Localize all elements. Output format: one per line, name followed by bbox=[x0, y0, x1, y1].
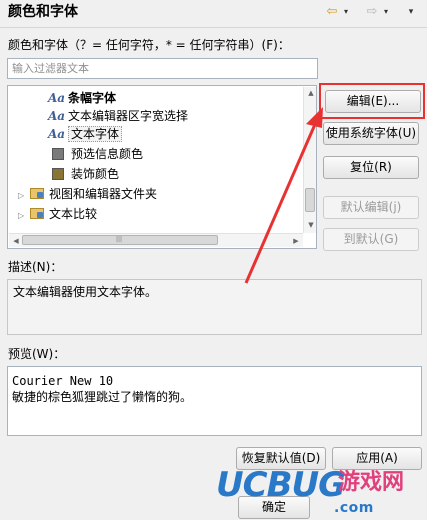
back-arrow-icon[interactable]: ⇦ bbox=[324, 2, 340, 22]
scroll-down-arrow-icon[interactable]: ▼ bbox=[304, 221, 316, 229]
folder-icon bbox=[30, 188, 44, 199]
preview-sample-text: 敏捷的棕色狐狸跳过了懒惰的狗。 bbox=[12, 390, 193, 404]
apply-button[interactable]: 应用(A) bbox=[332, 447, 422, 470]
scroll-left-arrow-icon[interactable]: ◀ bbox=[9, 237, 23, 245]
tree-item-text-compare[interactable]: ▷ 文本比较 bbox=[18, 204, 97, 224]
tree-item-text-font[interactable]: Aa 文本字体 bbox=[48, 124, 123, 144]
vertical-scroll-thumb[interactable] bbox=[305, 188, 315, 212]
filter-input[interactable] bbox=[7, 58, 318, 79]
watermark-logo-uc: UC bbox=[216, 465, 268, 505]
filter-label: 颜色和字体（？= 任何字符，* = 任何字符串）(F)： bbox=[8, 38, 290, 52]
watermark-logo: UCBUG bbox=[216, 465, 346, 505]
watermark-site-name: 游戏网 bbox=[338, 469, 405, 495]
page-title: 颜色和字体 bbox=[8, 4, 78, 20]
goto-default-button[interactable]: 到默认(G) bbox=[323, 228, 419, 251]
header-divider bbox=[0, 27, 427, 28]
description-box: 文本编辑器使用文本字体。 bbox=[7, 279, 422, 335]
preview-font-name: Courier New 10 bbox=[12, 374, 114, 388]
edit-default-button[interactable]: 默认编辑(j) bbox=[323, 196, 419, 219]
description-label: 描述(N)： bbox=[8, 260, 63, 274]
tree-item-label: 条幅字体 bbox=[68, 91, 117, 105]
tree-item-view-editor-folders[interactable]: ▷ 视图和编辑器文件夹 bbox=[18, 184, 157, 204]
use-system-font-button[interactable]: 使用系统字体(U) bbox=[323, 122, 419, 145]
color-font-tree[interactable]: Aa 条幅字体 Aa 文本编辑器区字宽选择 Aa 文本字体 预选信息颜色 装饰颜色 ▷… bbox=[7, 85, 317, 249]
tree-item-preselect-color[interactable]: 预选信息颜色 bbox=[52, 144, 143, 164]
tree-item-label: 文本编辑器区字宽选择 bbox=[68, 109, 189, 123]
preview-box: Courier New 10 敏捷的棕色狐狸跳过了懒惰的狗。 bbox=[7, 366, 422, 436]
view-menu-icon[interactable]: ▾ bbox=[404, 2, 418, 22]
scroll-right-arrow-icon[interactable]: ▶ bbox=[289, 237, 303, 245]
folder-icon bbox=[30, 208, 44, 219]
font-icon: Aa bbox=[48, 109, 66, 123]
color-swatch-icon bbox=[52, 148, 64, 160]
reset-button[interactable]: 复位(R) bbox=[323, 156, 419, 179]
tree-item-label: 文本字体 bbox=[68, 126, 123, 142]
expand-arrow-icon[interactable]: ▷ bbox=[18, 186, 30, 206]
font-icon: Aa bbox=[48, 127, 66, 141]
forward-arrow-icon[interactable]: ⇨ bbox=[364, 2, 380, 22]
color-swatch-icon bbox=[52, 168, 64, 180]
tree-item-label: 文本比较 bbox=[49, 207, 98, 221]
forward-history-dropdown-icon[interactable]: ▾ bbox=[381, 2, 391, 22]
tree-item-editor-font-select[interactable]: Aa 文本编辑器区字宽选择 bbox=[48, 106, 188, 126]
tree-item-label: 视图和编辑器文件夹 bbox=[49, 187, 158, 201]
expand-arrow-icon[interactable]: ▷ bbox=[18, 206, 30, 226]
preview-label: 预览(W)： bbox=[8, 347, 66, 361]
tree-item-label: 装饰颜色 bbox=[71, 167, 120, 181]
font-icon: Aa bbox=[48, 91, 66, 105]
scroll-grip-icon: ||| bbox=[116, 236, 123, 243]
watermark-logo-bug: BUG bbox=[266, 465, 346, 505]
tree-item-banner-font[interactable]: Aa 条幅字体 bbox=[48, 88, 116, 108]
back-history-dropdown-icon[interactable]: ▾ bbox=[341, 2, 351, 22]
watermark-url: .com bbox=[334, 500, 374, 516]
scroll-up-arrow-icon[interactable]: ▲ bbox=[304, 89, 316, 97]
tree-item-label: 预选信息颜色 bbox=[71, 147, 144, 161]
tree-item-decoration-color[interactable]: 装饰颜色 bbox=[52, 164, 119, 184]
edit-button[interactable]: 编辑(E)... bbox=[325, 90, 421, 113]
